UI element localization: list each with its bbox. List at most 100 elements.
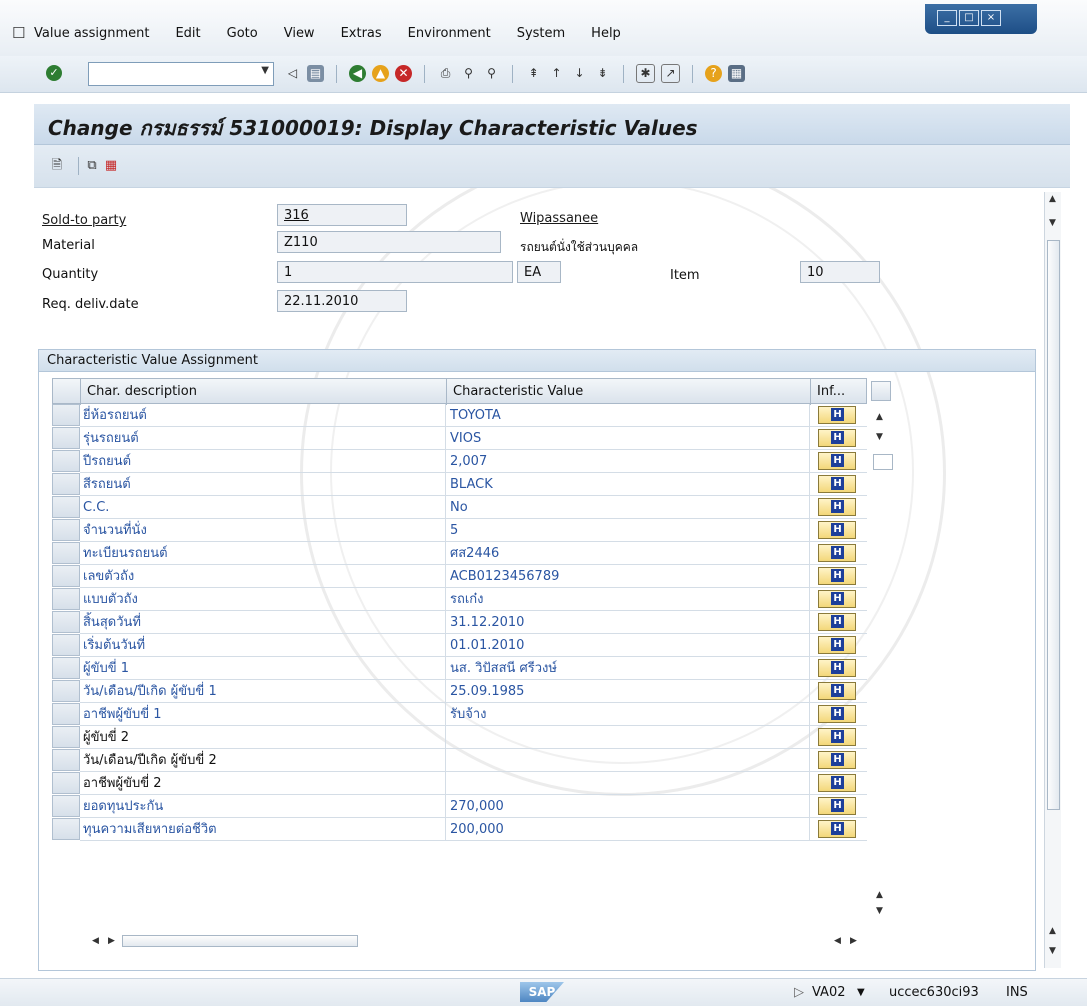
system-menu-icon[interactable]: ☐ — [12, 24, 25, 42]
menu-view[interactable]: View — [284, 26, 315, 41]
menu-edit[interactable]: Edit — [175, 26, 200, 41]
display-doc-icon[interactable]: 🗎 — [48, 157, 66, 175]
material-field[interactable]: Z110 — [277, 231, 501, 253]
maximize-icon[interactable]: □ — [959, 10, 979, 26]
row-selector[interactable] — [52, 588, 80, 610]
col-characteristic-value[interactable]: Characteristic Value — [447, 379, 811, 405]
characteristic-value-cell[interactable]: รถเก๋ง — [446, 588, 810, 611]
info-button[interactable]: H — [818, 751, 856, 769]
cancel-icon[interactable]: ✕ — [395, 65, 412, 82]
row-selector[interactable] — [52, 680, 80, 702]
info-button[interactable]: H — [818, 429, 856, 447]
table-scroll-thumb[interactable] — [873, 454, 893, 470]
characteristic-value-cell[interactable]: 200,000 — [446, 818, 810, 841]
scroll-up-icon[interactable]: ▲ — [1049, 194, 1056, 204]
row-selector[interactable] — [52, 749, 80, 771]
table-scroll-down-icon[interactable]: ▼ — [876, 432, 883, 442]
info-button[interactable]: H — [818, 521, 856, 539]
find-icon[interactable]: ⚲ — [460, 65, 477, 82]
menu-extras[interactable]: Extras — [341, 26, 382, 41]
table-scroll-up-icon[interactable]: ▲ — [876, 890, 883, 900]
info-button[interactable]: H — [818, 797, 856, 815]
minimize-icon[interactable]: _ — [937, 10, 957, 26]
row-selector[interactable] — [52, 703, 80, 725]
sold-to-name[interactable]: Wipassanee — [520, 211, 598, 226]
menu-environment[interactable]: Environment — [408, 26, 491, 41]
info-button[interactable]: H — [818, 636, 856, 654]
info-button[interactable]: H — [818, 705, 856, 723]
transaction-code[interactable]: VA02 — [812, 985, 846, 1000]
last-page-icon[interactable]: ⇟ — [594, 65, 611, 82]
find-next-icon[interactable]: ⚲ — [483, 65, 500, 82]
table-scroll-down-icon[interactable]: ▼ — [876, 906, 883, 916]
info-button[interactable]: H — [818, 475, 856, 493]
info-button[interactable]: H — [818, 544, 856, 562]
item-field[interactable]: 10 — [800, 261, 880, 283]
req-deliv-date-field[interactable]: 22.11.2010 — [277, 290, 407, 312]
row-selector[interactable] — [52, 565, 80, 587]
info-button[interactable]: H — [818, 613, 856, 631]
scroll-right-icon[interactable]: ▶ — [850, 936, 857, 946]
info-button[interactable]: H — [818, 498, 856, 516]
new-session-icon[interactable]: ✱ — [636, 64, 655, 83]
characteristic-value-cell[interactable]: 31.12.2010 — [446, 611, 810, 634]
info-button[interactable]: H — [818, 406, 856, 424]
characteristic-value-cell[interactable]: BLACK — [446, 473, 810, 496]
unit-field[interactable]: EA — [517, 261, 561, 283]
first-page-icon[interactable]: ⇞ — [525, 65, 542, 82]
help-icon[interactable]: ? — [705, 65, 722, 82]
scroll-left-icon[interactable]: ◀ — [92, 936, 99, 946]
row-selector[interactable] — [52, 726, 80, 748]
table-settings-icon[interactable] — [871, 381, 891, 401]
row-selector[interactable] — [52, 818, 80, 840]
characteristic-value-cell[interactable]: ACB0123456789 — [446, 565, 810, 588]
row-selector[interactable] — [52, 657, 80, 679]
shortcut-icon[interactable]: ↗ — [661, 64, 680, 83]
characteristic-value-cell[interactable]: VIOS — [446, 427, 810, 450]
previous-page-icon[interactable]: ↑ — [548, 65, 565, 82]
col-char-description[interactable]: Char. description — [81, 379, 447, 405]
row-selector[interactable] — [52, 519, 80, 541]
info-button[interactable]: H — [818, 682, 856, 700]
horizontal-scroll-thumb[interactable] — [122, 935, 358, 947]
next-page-icon[interactable]: ↓ — [571, 65, 588, 82]
exit-icon[interactable]: ▲ — [372, 65, 389, 82]
check-icon[interactable]: ✓ — [46, 65, 62, 81]
status-expand-icon[interactable]: ▷ — [794, 985, 804, 1000]
characteristic-value-cell[interactable]: 01.01.2010 — [446, 634, 810, 657]
close-icon[interactable]: × — [981, 10, 1001, 26]
characteristic-value-cell[interactable]: นส. วิปัสสนี ศรีวงษ์ — [446, 657, 810, 680]
info-button[interactable]: H — [818, 567, 856, 585]
info-button[interactable]: H — [818, 659, 856, 677]
chevron-down-icon[interactable]: ▼ — [857, 987, 865, 998]
menu-help[interactable]: Help — [591, 26, 621, 41]
characteristic-value-cell[interactable]: 5 — [446, 519, 810, 542]
back-icon[interactable]: ◀ — [349, 65, 366, 82]
characteristic-value-cell[interactable]: 2,007 — [446, 450, 810, 473]
characteristic-value-cell[interactable] — [446, 726, 810, 749]
characteristic-value-cell[interactable]: No — [446, 496, 810, 519]
row-selector[interactable] — [52, 496, 80, 518]
characteristic-value-cell[interactable]: ศส2446 — [446, 542, 810, 565]
main-vertical-scrollbar[interactable]: ▲ ▼ ▲ ▼ — [1044, 192, 1061, 968]
menu-goto[interactable]: Goto — [227, 26, 258, 41]
configuration-icon[interactable]: ▦ — [102, 157, 120, 175]
info-button[interactable]: H — [818, 728, 856, 746]
row-selector[interactable] — [52, 473, 80, 495]
sold-to-label[interactable]: Sold-to party — [42, 213, 126, 228]
row-selector[interactable] — [52, 634, 80, 656]
col-info[interactable]: Inf... — [811, 379, 868, 405]
characteristic-value-cell[interactable]: 25.09.1985 — [446, 680, 810, 703]
row-selector[interactable] — [52, 772, 80, 794]
scroll-left-icon[interactable]: ◀ — [834, 936, 841, 946]
command-field[interactable]: ▼ — [88, 62, 274, 86]
characteristic-value-cell[interactable]: 270,000 — [446, 795, 810, 818]
row-selector[interactable] — [52, 404, 80, 426]
scroll-down-icon[interactable]: ▼ — [1049, 946, 1056, 956]
characteristic-value-cell[interactable] — [446, 772, 810, 795]
info-button[interactable]: H — [818, 452, 856, 470]
chevron-down-icon[interactable]: ▼ — [261, 65, 269, 76]
row-selector[interactable] — [52, 542, 80, 564]
main-scroll-thumb[interactable] — [1047, 240, 1060, 810]
row-selector[interactable] — [52, 427, 80, 449]
